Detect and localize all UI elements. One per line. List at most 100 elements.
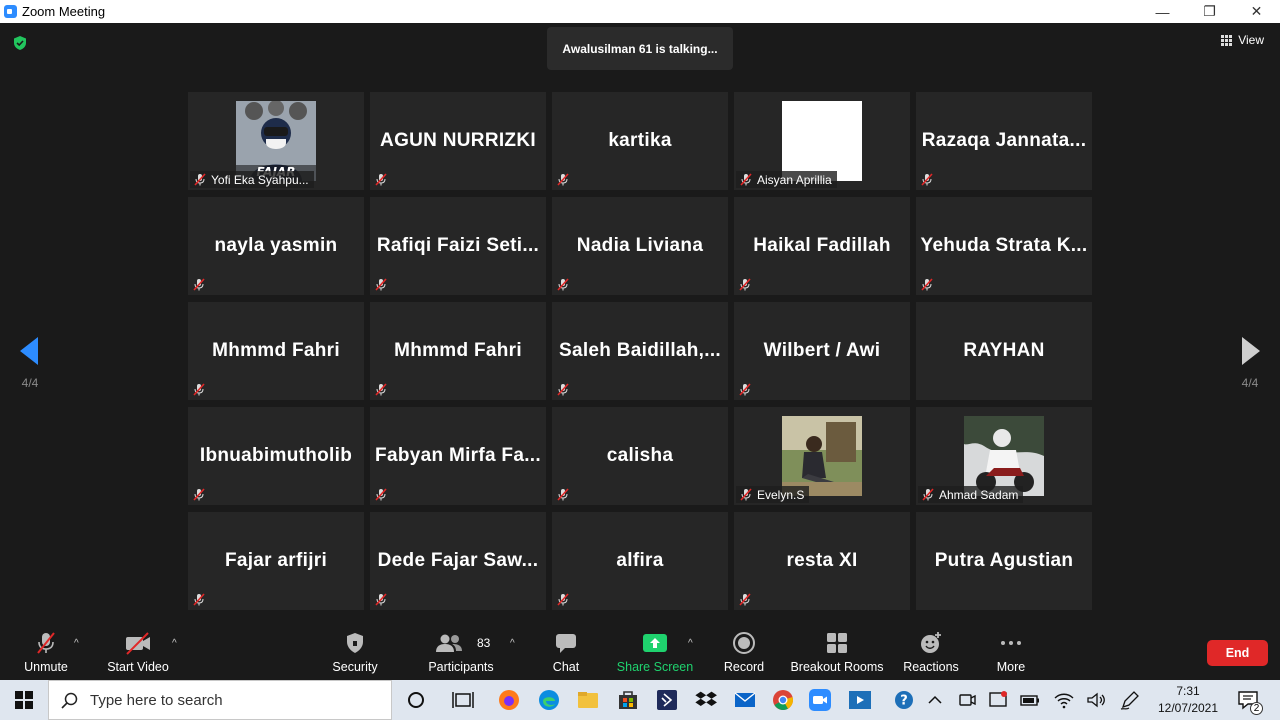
share-options-caret[interactable]: ^ bbox=[688, 638, 693, 649]
muted-mic-icon bbox=[375, 173, 387, 186]
participants-options-caret[interactable]: ^ bbox=[510, 638, 515, 649]
participant-tile[interactable]: calisha bbox=[552, 407, 728, 505]
visual-studio-icon[interactable] bbox=[655, 688, 679, 712]
task-view-icon[interactable] bbox=[451, 688, 475, 712]
participant-tile[interactable]: Ibnuabimutholib bbox=[188, 407, 364, 505]
speaker-volume-icon[interactable] bbox=[1084, 688, 1108, 712]
active-speaker-banner: Awalusilman 61 is talking... bbox=[547, 27, 733, 70]
participant-name: RAYHAN bbox=[963, 340, 1045, 361]
view-button[interactable]: View bbox=[1221, 33, 1264, 47]
taskbar-search-box[interactable]: Type here to search bbox=[48, 680, 392, 720]
share-screen-label: Share Screen bbox=[616, 660, 694, 674]
participant-photo bbox=[782, 101, 862, 181]
start-video-button[interactable]: Start Video bbox=[106, 628, 170, 680]
participant-tile[interactable]: Dede Fajar Saw... bbox=[370, 512, 546, 610]
participant-tile[interactable]: resta XI bbox=[734, 512, 910, 610]
video-options-caret[interactable]: ^ bbox=[172, 638, 177, 649]
participant-name: AGUN NURRIZKI bbox=[380, 130, 536, 151]
participant-tile[interactable]: Ahmad Sadam bbox=[916, 407, 1092, 505]
participant-tile[interactable]: Fabyan Mirfa Fa... bbox=[370, 407, 546, 505]
video-off-icon bbox=[126, 632, 150, 655]
participant-tile[interactable]: Wilbert / Awi bbox=[734, 302, 910, 400]
zoom-taskbar-icon[interactable] bbox=[808, 688, 832, 712]
participant-tile[interactable]: alfira bbox=[552, 512, 728, 610]
participant-tile[interactable]: Razaqa Jannata... bbox=[916, 92, 1092, 190]
participant-tile[interactable]: Saleh Baidillah,... bbox=[552, 302, 728, 400]
participant-name: alfira bbox=[616, 550, 664, 571]
participant-name: Putra Agustian bbox=[934, 550, 1074, 571]
file-explorer-icon[interactable] bbox=[576, 688, 600, 712]
participant-name-tag: Ahmad Sadam bbox=[918, 486, 1024, 503]
mail-icon[interactable] bbox=[733, 688, 757, 712]
breakout-rooms-button[interactable]: Breakout Rooms bbox=[790, 628, 884, 680]
participant-tile[interactable]: Putra Agustian bbox=[916, 512, 1092, 610]
more-button[interactable]: More bbox=[994, 628, 1028, 680]
wifi-icon[interactable] bbox=[1052, 688, 1076, 712]
participant-name: Aisyan Aprillia bbox=[757, 172, 832, 187]
start-button[interactable] bbox=[0, 680, 48, 720]
end-meeting-button[interactable]: End bbox=[1207, 640, 1268, 666]
reactions-label: Reactions bbox=[903, 660, 959, 674]
participant-tile[interactable]: Evelyn.S bbox=[734, 407, 910, 505]
chrome-icon[interactable] bbox=[771, 688, 795, 712]
participant-name: Mhmmd Fahri bbox=[394, 340, 522, 361]
clock-date: 12/07/2021 bbox=[1157, 701, 1219, 715]
participant-name: calisha bbox=[606, 445, 674, 466]
muted-mic-icon bbox=[193, 278, 205, 291]
unmute-label: Unmute bbox=[24, 660, 68, 674]
record-button[interactable]: Record bbox=[722, 628, 766, 680]
media-player-icon[interactable] bbox=[848, 688, 872, 712]
muted-mic-icon bbox=[739, 383, 751, 396]
participant-tile[interactable]: Mhmmd Fahri bbox=[370, 302, 546, 400]
participant-name: Saleh Baidillah,... bbox=[559, 340, 721, 361]
participant-tile[interactable]: Mhmmd Fahri bbox=[188, 302, 364, 400]
participant-name: Nadia Liviana bbox=[576, 235, 704, 256]
participant-tile[interactable]: AGUN NURRIZKI bbox=[370, 92, 546, 190]
participant-tile[interactable]: Yehuda Strata K... bbox=[916, 197, 1092, 295]
share-screen-button[interactable]: Share Screen bbox=[616, 628, 694, 680]
participant-tile[interactable]: RAYHAN bbox=[916, 302, 1092, 400]
audio-options-caret[interactable]: ^ bbox=[74, 638, 79, 649]
help-icon[interactable]: ? bbox=[892, 688, 916, 712]
dropbox-icon[interactable] bbox=[694, 688, 718, 712]
next-page-arrow-icon[interactable] bbox=[1240, 336, 1262, 366]
firefox-icon[interactable] bbox=[497, 688, 521, 712]
restore-button[interactable]: ❐ bbox=[1186, 0, 1233, 23]
microsoft-store-icon[interactable] bbox=[616, 688, 640, 712]
taskbar-clock[interactable]: 7:31 12/07/2021 bbox=[1152, 683, 1224, 717]
muted-mic-icon bbox=[739, 278, 751, 291]
pen-icon[interactable] bbox=[1118, 688, 1142, 712]
participant-tile[interactable]: nayla yasmin bbox=[188, 197, 364, 295]
encryption-shield-icon[interactable] bbox=[12, 35, 28, 51]
participant-tile[interactable]: Rafiqi Faizi Seti... bbox=[370, 197, 546, 295]
reactions-button[interactable]: Reactions bbox=[903, 628, 959, 680]
meet-now-icon[interactable] bbox=[955, 688, 979, 712]
zoom-app-icon bbox=[4, 5, 17, 18]
participants-count: 83 bbox=[477, 636, 491, 650]
page-indicator-right: 4/4 bbox=[1241, 376, 1259, 390]
screen-capture-icon[interactable] bbox=[986, 688, 1010, 712]
minimize-button[interactable]: — bbox=[1139, 0, 1186, 23]
cortana-icon[interactable] bbox=[404, 688, 428, 712]
chat-button[interactable]: Chat bbox=[548, 628, 584, 680]
security-button[interactable]: Security bbox=[332, 628, 378, 680]
participant-tile[interactable]: Fajar arfijri bbox=[188, 512, 364, 610]
edge-icon[interactable] bbox=[537, 688, 561, 712]
muted-mic-icon bbox=[193, 383, 205, 396]
participant-tile[interactable]: FAJAR Yofi Eka Syahpu... bbox=[188, 92, 364, 190]
page-indicator-left: 4/4 bbox=[21, 376, 39, 390]
close-button[interactable]: ✕ bbox=[1233, 0, 1280, 23]
tray-chevron-up-icon[interactable] bbox=[923, 688, 947, 712]
view-label: View bbox=[1238, 33, 1264, 47]
participant-name: Fajar arfijri bbox=[224, 550, 328, 571]
previous-page-arrow-icon[interactable] bbox=[18, 336, 40, 366]
unmute-button[interactable]: Unmute bbox=[22, 628, 70, 680]
battery-icon[interactable] bbox=[1018, 688, 1042, 712]
participant-tile[interactable]: Haikal Fadillah bbox=[734, 197, 910, 295]
participant-tile[interactable]: Nadia Liviana bbox=[552, 197, 728, 295]
participant-tile[interactable]: Aisyan Aprillia bbox=[734, 92, 910, 190]
more-ellipsis-icon bbox=[1001, 641, 1021, 645]
participant-tile[interactable]: kartika bbox=[552, 92, 728, 190]
participant-name: Haikal Fadillah bbox=[753, 235, 891, 256]
security-shield-icon bbox=[347, 633, 363, 653]
